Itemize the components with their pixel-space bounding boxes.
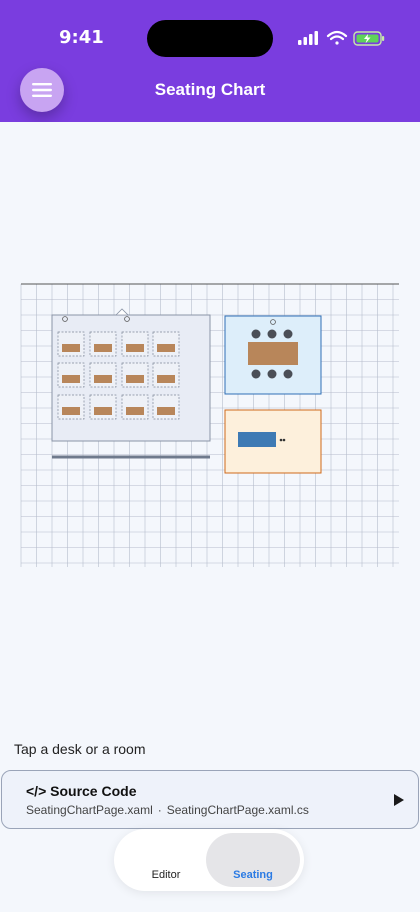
meeting-room[interactable] [224,315,322,395]
student-desk[interactable] [57,362,85,388]
tab-seating[interactable]: Seating [206,833,300,887]
chair[interactable] [283,369,293,379]
battery-icon [353,31,385,46]
floor-plan[interactable] [0,122,420,730]
student-desk[interactable] [152,331,180,357]
chair[interactable] [267,369,277,379]
office-chair[interactable] [282,438,286,442]
student-desk[interactable] [121,362,149,388]
student-desk[interactable] [121,331,149,357]
source-file-list: SeatingChartPage.xaml · SeatingChartPage.x… [26,803,309,817]
xaml-file-name: SeatingChartPage.xaml [26,803,153,817]
selection-hint: Tap a desk or a room [14,741,146,757]
status-time: 9:41 [59,27,104,48]
wifi-icon [326,30,348,45]
student-desk[interactable] [89,331,117,357]
tab-editor[interactable]: Editor [122,829,210,891]
app-header: 9:41 Seating Chart [0,0,420,122]
chair[interactable] [283,329,293,339]
dynamic-island [147,20,273,57]
classroom-room[interactable] [51,308,211,442]
chair[interactable] [267,329,277,339]
file-separator: · [157,803,162,817]
student-desk[interactable] [57,331,85,357]
student-desk[interactable] [121,394,149,420]
bottom-tab-bar: Editor Seating [114,829,304,891]
source-code-title: </> Source Code [26,783,137,799]
code-behind-file-name: SeatingChartPage.xaml.cs [166,803,309,817]
student-desk[interactable] [89,394,117,420]
student-desk[interactable] [57,394,85,420]
student-desk[interactable] [152,394,180,420]
meeting-table[interactable] [248,342,298,365]
source-code-card[interactable]: </> Source Code SeatingChartPage.xaml · Se… [1,770,419,829]
status-icons [298,30,385,46]
page-title: Seating Chart [154,80,266,99]
office-desk[interactable] [238,432,276,447]
office-chair[interactable] [279,438,283,442]
seating-canvas[interactable] [0,122,420,730]
play-icon [394,794,404,806]
student-desk[interactable] [152,362,180,388]
chair[interactable] [251,329,261,339]
office-room[interactable] [224,409,322,474]
chair[interactable] [251,369,261,379]
student-desk[interactable] [89,362,117,388]
cellular-signal-icon [298,31,318,45]
